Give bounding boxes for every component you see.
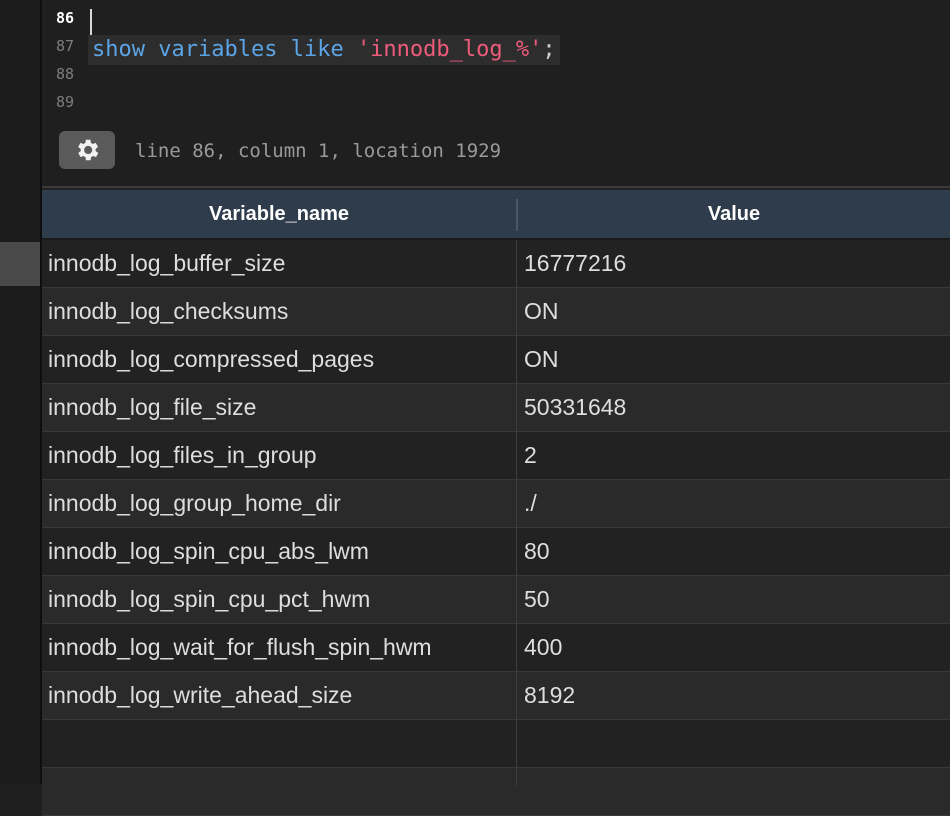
table-row[interactable]: innodb_log_file_size 50331648 (42, 384, 950, 432)
table-row[interactable]: innodb_log_write_ahead_size 8192 (42, 672, 950, 720)
code-line[interactable]: 86 (42, 4, 950, 35)
table-row[interactable]: innodb_log_wait_for_flush_spin_hwm 400 (42, 624, 950, 672)
table-row[interactable]: innodb_log_checksums ON (42, 288, 950, 336)
settings-button[interactable] (59, 131, 115, 169)
line-number: 87 (55, 37, 74, 55)
cell-variable-name[interactable]: innodb_log_checksums (48, 288, 288, 335)
editor-status-bar: line 86, column 1, location 1929 (42, 128, 950, 174)
code-line[interactable]: 89 (42, 88, 950, 116)
cell-variable-name[interactable]: innodb_log_files_in_group (48, 432, 317, 479)
table-row[interactable]: innodb_log_compressed_pages ON (42, 336, 950, 384)
code-line[interactable]: 87 show variables like 'innodb_log_%'; (42, 32, 950, 65)
cell-variable-name[interactable]: innodb_log_file_size (48, 384, 256, 431)
cell-variable-name[interactable]: innodb_log_spin_cpu_pct_hwm (48, 576, 370, 623)
cell-value[interactable]: 80 (524, 528, 550, 575)
code-token-string: 'innodb_log_%' (356, 37, 543, 62)
selected-row-marker (0, 242, 40, 286)
query-editor[interactable]: 86 87 show variables like 'innodb_log_%'… (42, 0, 950, 186)
code-token-keyword: variables (158, 37, 278, 62)
table-row[interactable]: innodb_log_spin_cpu_pct_hwm 50 (42, 576, 950, 624)
code-line[interactable]: 88 (42, 60, 950, 88)
line-number: 86 (55, 9, 74, 27)
table-row[interactable]: innodb_log_group_home_dir ./ (42, 480, 950, 528)
cell-variable-name[interactable]: innodb_log_group_home_dir (48, 480, 341, 527)
table-row[interactable]: innodb_log_buffer_size 16777216 (42, 240, 950, 288)
cell-value[interactable]: ON (524, 288, 559, 335)
code-token-punct: ; (542, 37, 556, 62)
table-row[interactable]: innodb_log_spin_cpu_abs_lwm 80 (42, 528, 950, 576)
cell-value[interactable]: 8192 (524, 672, 575, 719)
left-gutter-strip (0, 0, 42, 784)
cell-value[interactable]: 2 (524, 432, 537, 479)
code-token-keyword: show (92, 37, 145, 62)
table-row[interactable]: innodb_log_files_in_group 2 (42, 432, 950, 480)
cell-value[interactable]: 400 (524, 624, 562, 671)
cell-value[interactable]: ./ (524, 480, 537, 527)
cell-variable-name[interactable]: innodb_log_write_ahead_size (48, 672, 352, 719)
cell-variable-name[interactable]: innodb_log_spin_cpu_abs_lwm (48, 528, 369, 575)
cursor-location-text: line 86, column 1, location 1929 (135, 140, 502, 162)
column-header-variable-name[interactable]: Variable_name (42, 190, 516, 238)
gear-icon (78, 139, 99, 161)
cell-value[interactable]: 50 (524, 576, 550, 623)
line-number: 88 (55, 65, 74, 83)
cell-variable-name[interactable]: innodb_log_buffer_size (48, 240, 285, 287)
cell-value[interactable]: ON (524, 336, 559, 383)
table-row[interactable] (42, 720, 950, 768)
cell-value[interactable]: 16777216 (524, 240, 626, 287)
results-grid[interactable]: Variable_name Value innodb_log_buffer_si… (42, 186, 950, 816)
cell-variable-name[interactable]: innodb_log_compressed_pages (48, 336, 374, 383)
grid-header: Variable_name Value (42, 190, 950, 240)
column-header-value[interactable]: Value (518, 190, 950, 238)
cell-value[interactable]: 50331648 (524, 384, 626, 431)
line-number: 89 (55, 93, 74, 111)
table-row[interactable] (42, 768, 950, 816)
cell-variable-name[interactable]: innodb_log_wait_for_flush_spin_hwm (48, 624, 432, 671)
grid-rows: innodb_log_buffer_size 16777216 innodb_log… (42, 240, 950, 816)
code-token-keyword: like (290, 37, 344, 62)
column-divider (516, 240, 517, 786)
